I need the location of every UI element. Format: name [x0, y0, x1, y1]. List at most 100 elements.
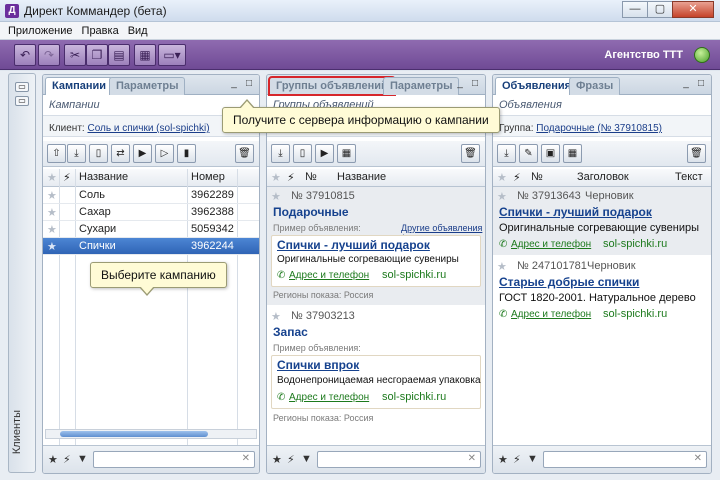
horizontal-scrollbar[interactable]	[45, 429, 257, 439]
export-icon[interactable]: ▶	[315, 144, 334, 163]
ad-item-selected[interactable]: ★ № 37913643 Черновик Спички - лучший по…	[493, 187, 711, 255]
star-column-icon[interactable]: ★	[497, 171, 507, 184]
star-filter-icon[interactable]: ★	[272, 453, 282, 466]
star-icon[interactable]: ★	[497, 190, 507, 203]
contact-link[interactable]: Адрес и телефон	[511, 239, 591, 250]
funnel-filter-icon[interactable]: ▼	[527, 453, 538, 465]
view-dropdown-icon[interactable]: ▭▾	[158, 44, 186, 66]
minimize-panel-icon[interactable]: _	[228, 79, 240, 91]
column-number[interactable]: №	[531, 171, 543, 183]
group-item[interactable]: ★ № 37910815 Подарочные Пример объявлени…	[267, 187, 485, 287]
clear-search-icon[interactable]: ✕	[468, 453, 476, 464]
table-row[interactable]: ★ Соль 3962289	[43, 187, 259, 204]
client-link[interactable]: Соль и спички (sol-spichki)	[87, 123, 209, 134]
ad-item[interactable]: ★ № 247101781 Черновик Старые добрые спи…	[493, 257, 711, 325]
star-icon[interactable]: ★	[47, 206, 57, 219]
column-number[interactable]: №	[305, 171, 317, 183]
scrollbar-thumb[interactable]	[60, 431, 208, 437]
delete-icon[interactable]: 🗑	[461, 144, 480, 163]
minimize-panel-icon[interactable]: _	[680, 79, 692, 91]
star-icon[interactable]: ★	[271, 310, 281, 323]
undo-icon[interactable]: ↶	[14, 44, 36, 66]
group-link[interactable]: Подарочные (№ 37910815)	[536, 123, 662, 134]
group-item[interactable]: ★ № 37903213 Запас Пример объявления: Сп…	[267, 307, 485, 427]
star-filter-icon[interactable]: ★	[498, 453, 508, 466]
star-icon[interactable]: ★	[47, 189, 57, 202]
table-row-selected[interactable]: ★ Спички 3962244	[43, 238, 259, 255]
cut-icon[interactable]: ✂	[64, 44, 86, 66]
maximize-panel-icon[interactable]: □	[469, 79, 481, 91]
run-icon[interactable]: ▷	[155, 144, 174, 163]
star-column-icon[interactable]: ★	[47, 171, 57, 184]
maximize-button[interactable]: ▢	[647, 1, 673, 18]
connection-status-icon[interactable]	[694, 47, 710, 63]
table-row[interactable]: ★ Сухари 5059342	[43, 221, 259, 238]
clear-search-icon[interactable]: ✕	[242, 453, 250, 464]
contact-link[interactable]: Адрес и телефон	[289, 392, 369, 403]
minimize-panel-icon[interactable]: _	[454, 79, 466, 91]
column-title[interactable]: Заголовок	[577, 171, 629, 183]
campaigns-search-input[interactable]: ✕	[93, 451, 255, 468]
ad-title[interactable]: Спички впрок	[277, 358, 359, 372]
column-number[interactable]: Номер	[191, 171, 225, 183]
close-button[interactable]: ✕	[672, 1, 714, 18]
contact-link[interactable]: Адрес и телефон	[289, 270, 369, 281]
stats-icon[interactable]: ▮	[177, 144, 196, 163]
clients-rail[interactable]: ▭ ▭ Клиенты	[8, 73, 36, 473]
column-name[interactable]: Название	[79, 171, 128, 183]
ads-search-input[interactable]: ✕	[543, 451, 707, 468]
delete-icon[interactable]: 🗑	[235, 144, 254, 163]
table-row[interactable]: ★ Сахар 3962388	[43, 204, 259, 221]
funnel-filter-icon[interactable]: ▼	[301, 453, 312, 465]
flash-column-icon[interactable]: ⚡	[287, 171, 295, 184]
star-filter-icon[interactable]: ★	[48, 453, 58, 466]
column-name[interactable]: Название	[337, 171, 386, 183]
maximize-panel-icon[interactable]: □	[695, 79, 707, 91]
download-icon[interactable]: ⤓	[271, 144, 290, 163]
tab-campaigns[interactable]: Кампании	[45, 77, 114, 95]
menu-item-edit[interactable]: Правка	[82, 25, 119, 37]
ad-title[interactable]: Спички - лучший подарок	[277, 238, 430, 252]
star-icon[interactable]: ★	[497, 260, 507, 273]
copy-campaign-icon[interactable]: ⇄	[111, 144, 130, 163]
flash-column-icon[interactable]: ⚡	[513, 171, 521, 184]
groups-search-input[interactable]: ✕	[317, 451, 481, 468]
image-icon[interactable]: ▣	[541, 144, 560, 163]
tab-parameters[interactable]: Параметры	[109, 77, 186, 95]
rail-expand-icon[interactable]: ▭	[15, 96, 29, 106]
table-icon[interactable]: ▦	[337, 144, 356, 163]
ad-title[interactable]: Старые добрые спички	[499, 275, 639, 289]
tab-phrases[interactable]: Фразы	[569, 77, 621, 95]
tab-ad-groups[interactable]: Группы объявлений	[268, 76, 396, 96]
menu-item-app[interactable]: Приложение	[8, 25, 73, 37]
rail-pin-icon[interactable]: ▭	[15, 82, 29, 92]
download-icon[interactable]: ⤓	[67, 144, 86, 163]
minimize-button[interactable]: —	[622, 1, 648, 18]
get-from-server-icon[interactable]: ⇧	[47, 144, 66, 163]
star-icon[interactable]: ★	[47, 223, 57, 236]
flash-filter-icon[interactable]: ⚡	[513, 453, 521, 466]
copy-icon[interactable]: ❐	[86, 44, 108, 66]
redo-icon[interactable]: ↷	[38, 44, 60, 66]
star-icon[interactable]: ★	[47, 240, 57, 253]
star-column-icon[interactable]: ★	[271, 171, 281, 184]
flash-column-icon[interactable]: ⚡	[63, 171, 71, 184]
flash-filter-icon[interactable]: ⚡	[63, 453, 71, 466]
document-icon[interactable]: ▯	[293, 144, 312, 163]
funnel-filter-icon[interactable]: ▼	[77, 453, 88, 465]
edit-icon[interactable]: ✎	[519, 144, 538, 163]
contact-link[interactable]: Адрес и телефон	[511, 309, 591, 320]
menu-item-view[interactable]: Вид	[128, 25, 148, 37]
document-icon[interactable]: ▯	[89, 144, 108, 163]
ad-title[interactable]: Спички - лучший подарок	[499, 205, 652, 219]
tab-group-parameters[interactable]: Параметры	[383, 77, 460, 95]
download-icon[interactable]: ⤓	[497, 144, 516, 163]
clear-search-icon[interactable]: ✕	[694, 453, 702, 464]
export-icon[interactable]: ▶	[133, 144, 152, 163]
tab-ads[interactable]: Объявления	[495, 77, 579, 95]
star-icon[interactable]: ★	[271, 190, 281, 203]
table-icon[interactable]: ▦	[563, 144, 582, 163]
maximize-panel-icon[interactable]: □	[243, 79, 255, 91]
layout-icon[interactable]: ▦	[134, 44, 156, 66]
column-text[interactable]: Текст	[675, 171, 703, 183]
